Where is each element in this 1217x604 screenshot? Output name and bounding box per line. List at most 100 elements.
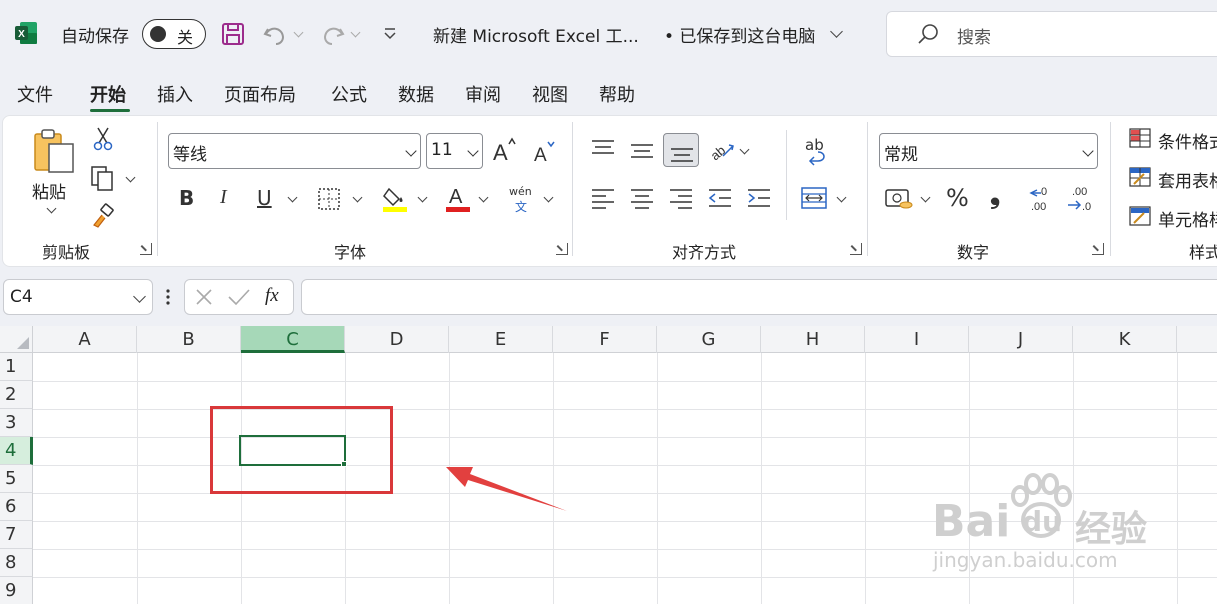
active-tab-indicator xyxy=(90,109,130,112)
accounting-format-icon[interactable] xyxy=(884,186,914,212)
cut-icon[interactable] xyxy=(92,126,114,152)
cancel-icon[interactable] xyxy=(194,287,214,307)
separator xyxy=(786,130,787,220)
align-right-icon[interactable] xyxy=(668,187,694,209)
align-top-icon[interactable] xyxy=(590,138,616,160)
column-header-d[interactable]: D xyxy=(345,326,449,353)
pinyin-char[interactable]: 文 xyxy=(515,198,527,215)
cell-styles-icon[interactable] xyxy=(1128,205,1152,227)
format-as-table-icon[interactable] xyxy=(1128,166,1152,188)
chevron-down-icon xyxy=(405,145,417,157)
select-all-button[interactable] xyxy=(0,326,33,353)
tab-help[interactable]: 帮助 xyxy=(599,81,635,107)
tab-insert[interactable]: 插入 xyxy=(157,81,193,107)
save-icon[interactable] xyxy=(220,21,246,47)
row-header-5[interactable]: 5 xyxy=(0,465,33,493)
document-title[interactable]: 新建 Microsoft Excel 工... xyxy=(433,22,639,47)
column-header-k[interactable]: K xyxy=(1073,326,1177,353)
autosave-toggle[interactable]: 关 xyxy=(142,19,206,49)
comma-style-button[interactable]: ❟ xyxy=(990,180,1000,211)
format-as-table-label[interactable]: 套用表格 xyxy=(1158,167,1217,192)
column-header-g[interactable]: G xyxy=(657,326,761,353)
align-center-icon[interactable] xyxy=(629,187,655,209)
paste-icon[interactable] xyxy=(32,128,76,176)
paste-label[interactable]: 粘贴 xyxy=(32,178,66,203)
orientation-icon[interactable]: ab xyxy=(707,136,735,164)
merge-center-icon[interactable] xyxy=(800,186,828,210)
borders-icon[interactable] xyxy=(316,186,342,212)
row-header-4[interactable]: 4 xyxy=(0,437,33,465)
pinyin-label[interactable]: wén xyxy=(509,185,532,198)
row-header-1[interactable]: 1 xyxy=(0,353,33,381)
more-options-icon[interactable] xyxy=(163,287,173,307)
font-group-label: 字体 xyxy=(334,243,367,262)
row-header-6[interactable]: 6 xyxy=(0,493,33,521)
column-header-i[interactable]: I xyxy=(865,326,969,353)
annotation-highlight-box xyxy=(210,406,393,494)
redo-dropdown-icon[interactable] xyxy=(350,27,361,38)
formula-input[interactable] xyxy=(301,279,1217,315)
number-launcher-icon[interactable] xyxy=(1092,243,1104,255)
alignment-launcher-icon[interactable] xyxy=(850,243,862,255)
save-status[interactable]: • 已保存到这台电脑 xyxy=(664,22,815,47)
format-painter-icon[interactable] xyxy=(90,203,116,229)
align-bottom-icon xyxy=(671,148,693,162)
fill-color-icon[interactable] xyxy=(381,183,409,213)
svg-text:.00: .00 xyxy=(1031,201,1046,213)
tab-formulas[interactable]: 公式 xyxy=(331,81,367,107)
conditional-formatting-icon[interactable] xyxy=(1128,127,1152,149)
tab-review[interactable]: 审阅 xyxy=(465,81,501,107)
enter-icon[interactable] xyxy=(227,287,251,307)
name-box[interactable]: C4 xyxy=(3,279,153,315)
bold-button[interactable]: B xyxy=(179,186,194,210)
column-header-j[interactable]: J xyxy=(969,326,1073,353)
save-status-chevron-icon[interactable] xyxy=(830,25,843,38)
customize-toolbar-icon[interactable] xyxy=(382,26,398,42)
undo-dropdown-icon[interactable] xyxy=(293,27,304,38)
number-format-select[interactable]: 常规 xyxy=(879,133,1098,169)
tab-file[interactable]: 文件 xyxy=(17,81,53,107)
increase-decimal-icon[interactable]: 0 .00 xyxy=(1027,184,1057,214)
clipboard-launcher-icon[interactable] xyxy=(140,243,152,255)
align-middle-icon[interactable] xyxy=(629,140,655,162)
cell-styles-label[interactable]: 单元格样 xyxy=(1158,206,1217,231)
copy-icon[interactable] xyxy=(90,165,116,191)
align-left-icon[interactable] xyxy=(590,187,616,209)
shrink-font-icon[interactable]: A xyxy=(531,138,559,166)
redo-icon[interactable] xyxy=(320,21,346,47)
conditional-formatting-label[interactable]: 条件格式 xyxy=(1158,128,1217,153)
font-launcher-icon[interactable] xyxy=(556,243,568,255)
tab-page-layout[interactable]: 页面布局 xyxy=(224,81,296,107)
row-header-2[interactable]: 2 xyxy=(0,381,33,409)
column-header-f[interactable]: F xyxy=(553,326,657,353)
search-box[interactable]: 搜索 xyxy=(886,11,1217,57)
wrap-text-icon[interactable] xyxy=(804,148,830,166)
separator xyxy=(1110,122,1111,256)
column-header-h[interactable]: H xyxy=(761,326,865,353)
row-header-3[interactable]: 3 xyxy=(0,409,33,437)
alignment-group-label: 对齐方式 xyxy=(672,243,737,262)
tab-home[interactable]: 开始 xyxy=(90,81,126,107)
column-header-a[interactable]: A xyxy=(33,326,137,353)
decrease-decimal-icon[interactable]: .00 .0 xyxy=(1066,184,1096,214)
align-bottom-button[interactable] xyxy=(663,133,699,167)
tab-view[interactable]: 视图 xyxy=(532,81,568,107)
font-size-select[interactable]: 11 xyxy=(426,133,483,169)
italic-button[interactable]: I xyxy=(220,186,227,209)
grow-font-icon[interactable]: A xyxy=(491,136,519,164)
insert-function-button[interactable]: fx xyxy=(265,285,279,307)
font-name-select[interactable]: 等线 xyxy=(168,133,421,169)
increase-indent-icon[interactable] xyxy=(746,187,772,209)
undo-icon[interactable] xyxy=(262,21,288,47)
percent-button[interactable]: % xyxy=(946,184,969,212)
decrease-indent-icon[interactable] xyxy=(707,187,733,209)
font-color-icon[interactable]: A xyxy=(444,183,472,213)
tab-data[interactable]: 数据 xyxy=(398,81,434,107)
column-header-e[interactable]: E xyxy=(449,326,553,353)
column-header-c[interactable]: C xyxy=(241,326,345,353)
column-header-b[interactable]: B xyxy=(137,326,241,353)
row-header-7[interactable]: 7 xyxy=(0,521,33,549)
underline-button[interactable]: U xyxy=(257,186,272,210)
row-header-8[interactable]: 8 xyxy=(0,549,33,577)
row-header-9[interactable]: 9 xyxy=(0,577,33,604)
